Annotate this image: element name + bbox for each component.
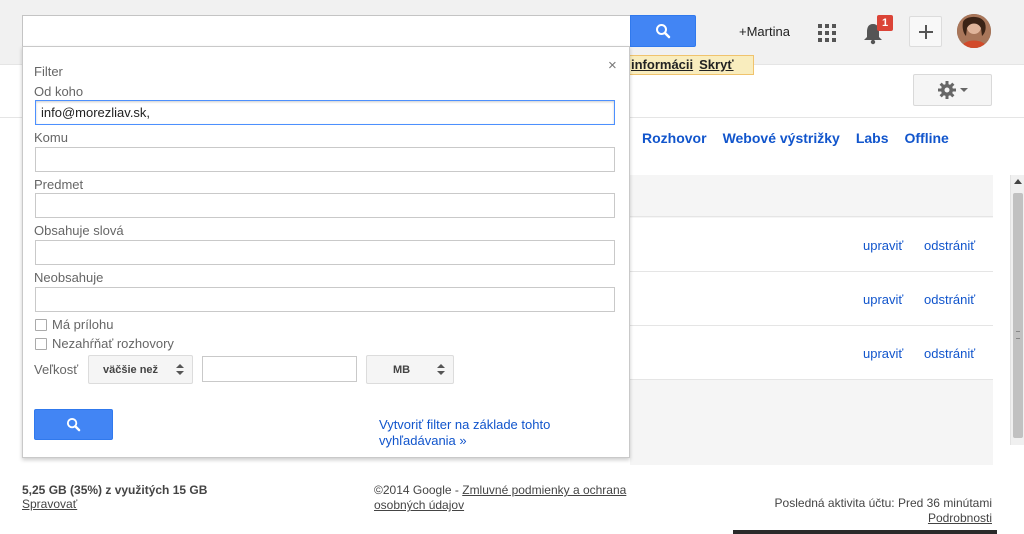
filters-table: upraviť odstrániť upraviť odstrániť upra… xyxy=(630,175,993,465)
from-label: Od koho xyxy=(34,84,84,99)
from-field[interactable] xyxy=(35,100,615,125)
avatar[interactable] xyxy=(957,14,991,48)
manage-storage-link[interactable]: Spravovať xyxy=(22,497,77,511)
size-operator-value: väčšie než xyxy=(103,363,159,376)
apps-grid-icon[interactable] xyxy=(818,24,836,42)
table-row: upraviť odstrániť xyxy=(630,326,993,380)
size-value-input[interactable] xyxy=(202,356,357,382)
has-words-label: Obsahuje slová xyxy=(34,223,124,238)
has-attachment-label: Má prílohu xyxy=(52,317,114,332)
delete-filter-link[interactable]: odstrániť xyxy=(924,238,975,253)
size-unit-value: MB xyxy=(393,363,411,376)
tab-chat[interactable]: Rozhovor xyxy=(642,130,707,146)
scroll-up-arrow-icon[interactable] xyxy=(1014,179,1022,184)
select-arrows-icon xyxy=(437,364,445,376)
search-filter-panel: Filter × Od koho Komu Predmet Obsahuje s… xyxy=(22,46,630,458)
search-input[interactable] xyxy=(22,15,631,47)
storage-usage: 5,25 GB (35%) z využitých 15 GB xyxy=(22,483,208,497)
scroll-thumb[interactable] xyxy=(1013,193,1023,438)
bottom-bar xyxy=(733,530,997,534)
grip-icon xyxy=(1016,331,1020,339)
select-arrows-icon xyxy=(176,364,184,376)
has-attachment-checkbox[interactable]: Má prílohu xyxy=(35,317,113,332)
filters-table-header xyxy=(630,175,993,217)
filter-panel-title: Filter xyxy=(34,64,63,79)
edit-filter-link[interactable]: upraviť xyxy=(863,346,903,361)
gmail-settings-page: +Martina 1 informácii Skryť Rozhovor Web… xyxy=(0,0,1024,534)
checkbox-box[interactable] xyxy=(35,337,47,350)
plus-icon xyxy=(918,24,933,39)
tab-labs[interactable]: Labs xyxy=(856,130,889,146)
create-filter-link[interactable]: Vytvoriť filter na základe tohto vyhľadá… xyxy=(379,417,589,449)
subject-label: Predmet xyxy=(34,177,84,192)
chevron-down-icon xyxy=(959,88,968,92)
settings-gear-button[interactable] xyxy=(913,74,992,106)
size-label: Veľkosť xyxy=(34,362,79,377)
table-row: upraviť odstrániť xyxy=(630,218,993,272)
notification-strip: informácii Skryť xyxy=(628,55,754,75)
doesnt-have-field[interactable] xyxy=(35,287,615,312)
doesnt-have-label: Neobsahuje xyxy=(34,270,104,285)
tab-web-clips[interactable]: Webové výstrižky xyxy=(723,130,840,146)
search-button[interactable] xyxy=(630,15,696,47)
subject-field[interactable] xyxy=(35,193,615,218)
has-words-field[interactable] xyxy=(35,240,615,265)
edit-filter-link[interactable]: upraviť xyxy=(863,292,903,307)
notification-count-badge[interactable]: 1 xyxy=(877,15,893,31)
close-icon[interactable]: × xyxy=(608,57,617,74)
size-unit-select[interactable]: MB xyxy=(366,355,454,384)
share-plus-button[interactable] xyxy=(909,16,942,47)
gear-icon xyxy=(937,81,956,99)
footer-copyright: ©2014 Google - Zmluvné podmienky a ochra… xyxy=(374,483,646,513)
settings-tabs: Rozhovor Webové výstrižky Labs Offline xyxy=(642,130,965,146)
checkbox-box[interactable] xyxy=(35,318,47,331)
exclude-chats-label: Nezahŕňať rozhovory xyxy=(52,336,174,351)
search-icon xyxy=(656,24,671,39)
hide-link[interactable]: Skryť xyxy=(699,57,733,72)
delete-filter-link[interactable]: odstrániť xyxy=(924,292,975,307)
exclude-chats-checkbox[interactable]: Nezahŕňať rozhovory xyxy=(35,336,174,351)
to-label: Komu xyxy=(34,130,68,145)
edit-filter-link[interactable]: upraviť xyxy=(863,238,903,253)
copyright-text: ©2014 Google - xyxy=(374,483,463,497)
search-icon xyxy=(66,417,81,432)
delete-filter-link[interactable]: odstrániť xyxy=(924,346,975,361)
to-field[interactable] xyxy=(35,147,615,172)
user-name-link[interactable]: +Martina xyxy=(739,24,790,39)
table-row: upraviť odstrániť xyxy=(630,272,993,326)
avatar-photo-icon xyxy=(957,14,991,48)
page-scrollbar[interactable] xyxy=(1010,175,1024,445)
size-operator-select[interactable]: väčšie než xyxy=(88,355,193,384)
filter-search-button[interactable] xyxy=(34,409,113,440)
info-link[interactable]: informácii xyxy=(631,57,693,72)
tab-offline[interactable]: Offline xyxy=(905,130,949,146)
last-activity: Posledná aktivita účtu: Pred 36 minútami xyxy=(774,496,992,510)
activity-details-link[interactable]: Podrobnosti xyxy=(928,511,992,525)
